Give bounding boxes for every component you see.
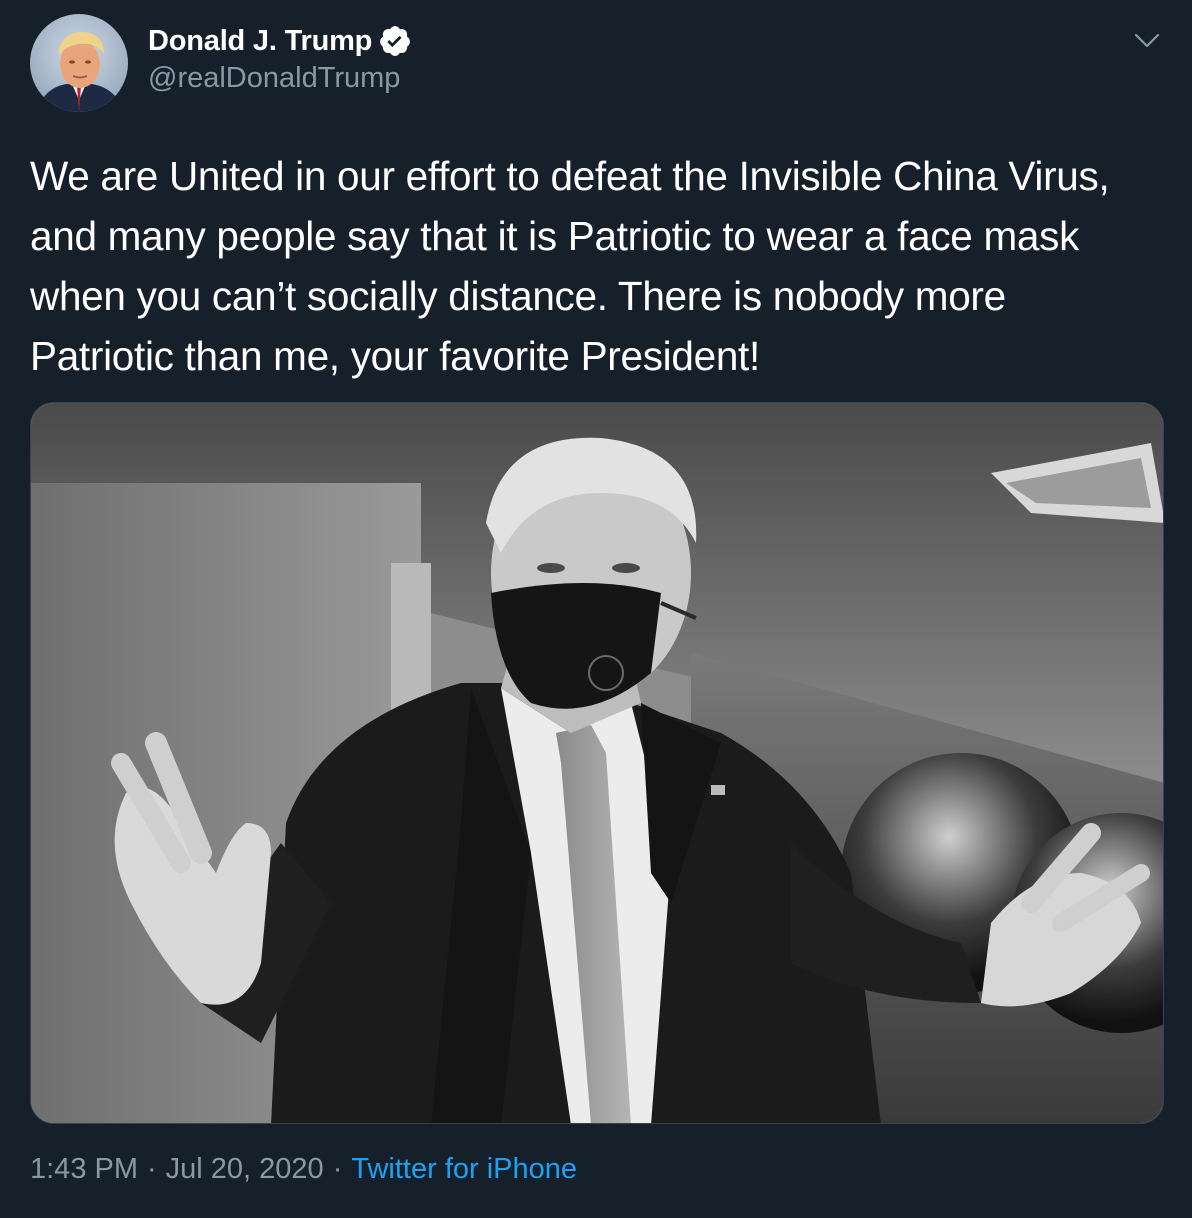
- tweet-meta: 1:43 PM · Jul 20, 2020 · Twitter for iPhone: [30, 1153, 577, 1186]
- tweet-time[interactable]: 1:43 PM: [30, 1153, 138, 1185]
- tweet-header: Donald J. Trump @realDonaldTrump: [30, 14, 1162, 114]
- display-name-row[interactable]: Donald J. Trump: [148, 24, 412, 58]
- tweet-text: We are United in our effort to defeat th…: [30, 153, 1110, 379]
- author-handle[interactable]: @realDonaldTrump: [148, 62, 412, 95]
- author-names: Donald J. Trump @realDonaldTrump: [148, 24, 412, 95]
- display-name[interactable]: Donald J. Trump: [148, 25, 372, 58]
- verified-badge-icon: [378, 24, 412, 58]
- tweet-date[interactable]: Jul 20, 2020: [166, 1153, 324, 1185]
- tweet-source-link[interactable]: Twitter for iPhone: [351, 1153, 577, 1185]
- tweet-card: Donald J. Trump @realDonaldTrump We are …: [0, 0, 1192, 1218]
- meta-separator: ·: [147, 1153, 157, 1185]
- avatar[interactable]: [30, 14, 128, 112]
- meta-separator: ·: [332, 1153, 343, 1185]
- tweet-photo[interactable]: [30, 402, 1164, 1124]
- chevron-down-icon[interactable]: [1132, 26, 1162, 56]
